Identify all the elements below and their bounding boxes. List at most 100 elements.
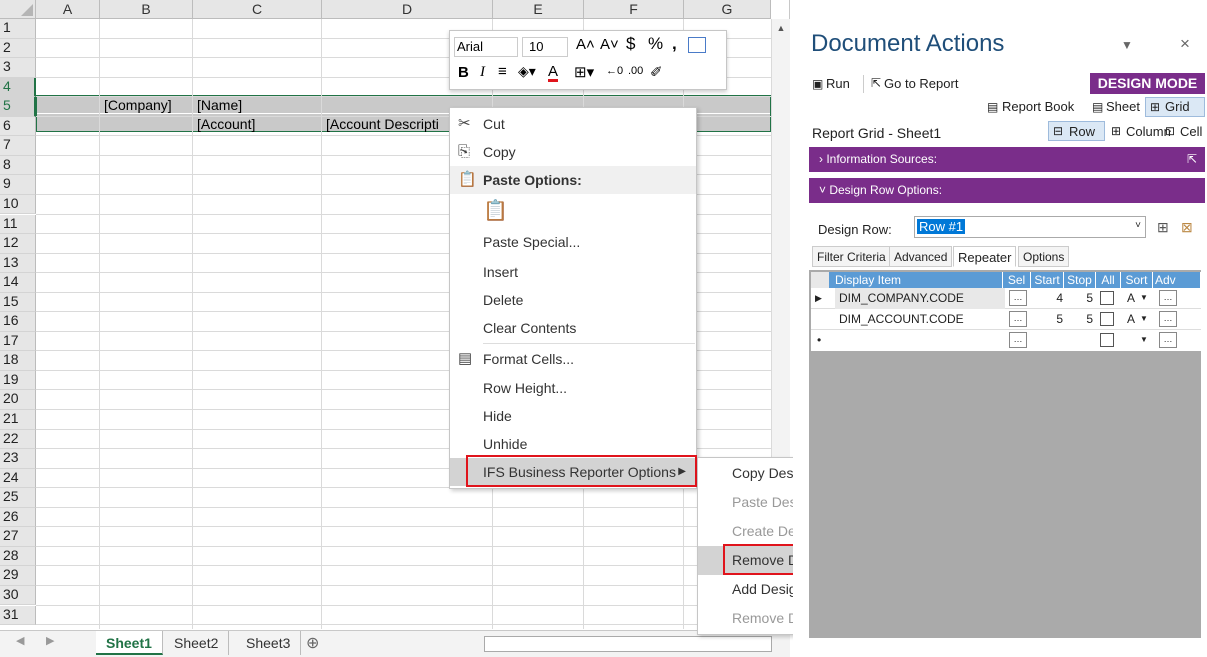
report-book-button[interactable]: Report Book	[1002, 99, 1074, 114]
column-header-b[interactable]: B	[100, 0, 193, 19]
sel-button[interactable]: …	[1009, 290, 1027, 306]
tab-options[interactable]: Options	[1018, 246, 1070, 267]
row-header-9[interactable]: 9	[0, 175, 36, 195]
format-painter-icon[interactable]: ✐	[650, 63, 663, 81]
row-header-3[interactable]: 3	[0, 58, 36, 78]
column-header-f[interactable]: F	[584, 0, 684, 19]
row-header-26[interactable]: 26	[0, 507, 36, 528]
menu-item-copy[interactable]: ⎘ Copy	[450, 138, 696, 166]
row-header-1[interactable]: 1	[0, 19, 36, 39]
grid-row[interactable]: DIM_ACCOUNT.CODE … 5 5 A ▼ …	[811, 309, 1201, 330]
row-header-16[interactable]: 16	[0, 312, 36, 332]
paste-button-icon[interactable]: 📋	[483, 198, 508, 224]
design-row-select[interactable]: Row #1 ˅	[914, 216, 1146, 238]
column-header-e[interactable]: E	[493, 0, 584, 19]
sel-button[interactable]: …	[1009, 311, 1027, 327]
row-header-7[interactable]: 7	[0, 136, 36, 156]
delete-design-row-icon[interactable]: ⊠	[1181, 219, 1193, 236]
sel-button[interactable]: …	[1009, 332, 1027, 348]
column-header-c[interactable]: C	[193, 0, 322, 19]
design-row-options-bar[interactable]: ˅ Design Row Options:	[809, 178, 1205, 203]
decrease-font-icon[interactable]: A˅	[600, 36, 619, 53]
menu-item-row-height[interactable]: Row Height...	[450, 374, 696, 402]
row-header-12[interactable]: 12	[0, 234, 36, 254]
row-header-24[interactable]: 24	[0, 468, 36, 489]
menu-item-cut[interactable]: ✂ Cut	[450, 110, 696, 138]
menu-item-hide[interactable]: Hide	[450, 402, 696, 430]
tab-repeater[interactable]: Repeater	[953, 246, 1017, 267]
row-header-15[interactable]: 15	[0, 292, 36, 313]
grid-button[interactable]: Grid	[1165, 99, 1190, 114]
sheet-tab-3[interactable]: Sheet3	[236, 631, 302, 655]
increase-font-icon[interactable]: A˄	[576, 36, 595, 53]
sheet-tab-1[interactable]: Sheet1	[96, 631, 163, 655]
menu-item-paste-special[interactable]: Paste Special...	[450, 228, 696, 256]
row-header-28[interactable]: 28	[0, 546, 36, 567]
decrease-decimal-icon[interactable]: .00	[628, 65, 643, 77]
column-header-d[interactable]: D	[322, 0, 493, 19]
row-header-13[interactable]: 13	[0, 253, 36, 274]
row-header-18[interactable]: 18	[0, 351, 36, 371]
currency-icon[interactable]: $	[626, 34, 635, 54]
menu-item-delete[interactable]: Delete	[450, 286, 696, 314]
add-sheet-icon[interactable]: ⊕	[306, 633, 319, 653]
row-header-27[interactable]: 27	[0, 527, 36, 547]
tab-scroll-left-icon[interactable]: ◀	[16, 634, 24, 647]
row-header-5[interactable]: 5	[0, 97, 36, 117]
run-button[interactable]: Run	[826, 76, 850, 91]
font-name-box[interactable]: Arial	[454, 37, 518, 57]
row-header-23[interactable]: 23	[0, 449, 36, 469]
row-header-17[interactable]: 17	[0, 331, 36, 352]
row-header-14[interactable]: 14	[0, 273, 36, 293]
comma-style-icon[interactable]: ,	[672, 34, 677, 54]
cell-c5[interactable]: [Account]	[197, 116, 255, 132]
goto-report-button[interactable]: Go to Report	[884, 76, 958, 91]
row-header-8[interactable]: 8	[0, 155, 36, 176]
column-header-a[interactable]: A	[36, 0, 100, 19]
tab-filter-criteria[interactable]: Filter Criteria	[812, 246, 891, 267]
menu-item-unhide[interactable]: Unhide	[450, 430, 696, 458]
cell-b4[interactable]: [Company]	[104, 97, 172, 113]
menu-item-clear-contents[interactable]: Clear Contents	[450, 314, 696, 342]
menu-item-format-cells[interactable]: ▤ Format Cells...	[450, 345, 696, 373]
all-checkbox[interactable]	[1100, 333, 1114, 347]
row-header-30[interactable]: 30	[0, 585, 36, 606]
sheet-tab-2[interactable]: Sheet2	[164, 631, 230, 655]
sort-dropdown-icon[interactable]: ▼	[1140, 288, 1148, 308]
column-header-g[interactable]: G	[684, 0, 771, 19]
row-button[interactable]: Row	[1069, 124, 1095, 139]
percent-icon[interactable]: %	[648, 34, 663, 54]
add-design-row-icon[interactable]: ⊞	[1157, 219, 1169, 236]
close-icon[interactable]: ×	[1180, 34, 1190, 54]
tab-scroll-right-icon[interactable]: ▶	[46, 634, 54, 647]
sheet-button[interactable]: Sheet	[1106, 99, 1140, 114]
sort-dropdown-icon[interactable]: ▼	[1140, 309, 1148, 329]
row-header-10[interactable]: 10	[0, 194, 36, 215]
row-header-20[interactable]: 20	[0, 390, 36, 410]
row-header-6[interactable]: 6	[0, 116, 36, 137]
adv-button[interactable]: …	[1159, 311, 1177, 327]
font-size-box[interactable]: 10	[522, 37, 568, 57]
row-header-19[interactable]: 19	[0, 370, 36, 391]
tab-advanced[interactable]: Advanced	[889, 246, 953, 267]
all-checkbox[interactable]	[1100, 312, 1114, 326]
grid-row[interactable]: ▶ DIM_COMPANY.CODE … 4 5 A ▼ …	[811, 288, 1201, 309]
row-header-2[interactable]: 2	[0, 38, 36, 59]
font-color-icon[interactable]: A	[548, 64, 559, 82]
borders-icon[interactable]: ⊞▾	[574, 63, 594, 81]
merge-center-icon[interactable]	[688, 37, 706, 53]
menu-item-insert[interactable]: Insert	[450, 258, 696, 286]
adv-button[interactable]: …	[1159, 332, 1177, 348]
sort-dropdown-icon[interactable]: ▼	[1140, 330, 1148, 350]
all-checkbox[interactable]	[1100, 291, 1114, 305]
italic-button[interactable]: I	[480, 64, 485, 81]
cell-d5[interactable]: [Account Descripti	[326, 116, 439, 132]
select-all-corner[interactable]	[0, 0, 36, 19]
row-header-29[interactable]: 29	[0, 566, 36, 586]
info-sources-bar[interactable]: › Information Sources: ⇱	[809, 147, 1205, 172]
horizontal-scrollbar[interactable]	[484, 636, 772, 652]
align-center-icon[interactable]: ≡	[498, 63, 507, 80]
scroll-up-icon[interactable]: ▲	[772, 19, 790, 37]
row-header-31[interactable]: 31	[0, 605, 36, 626]
cell-c4[interactable]: [Name]	[197, 97, 242, 113]
